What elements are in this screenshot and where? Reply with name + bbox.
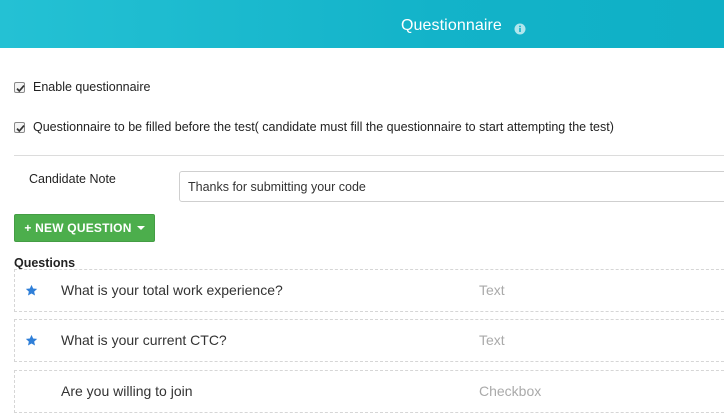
- star-icon[interactable]: [25, 334, 38, 347]
- fill-before-test-label: Questionnaire to be filled before the te…: [33, 120, 614, 134]
- question-text: Are you willing to join: [61, 383, 193, 399]
- star-icon[interactable]: [25, 284, 38, 297]
- new-question-button-label: + NEW QUESTION: [24, 221, 132, 235]
- question-type: Checkbox: [479, 383, 542, 399]
- candidate-note-input[interactable]: [179, 171, 724, 202]
- question-row[interactable]: What is your current CTC? Text: [14, 319, 724, 362]
- caret-down-icon: [136, 226, 145, 230]
- header-bar: Questionnaire: [0, 0, 724, 48]
- question-row[interactable]: What is your total work experience? Text: [14, 269, 724, 312]
- question-text: What is your total work experience?: [61, 282, 283, 298]
- new-question-button[interactable]: + NEW QUESTION: [14, 214, 155, 242]
- info-icon[interactable]: [514, 22, 526, 35]
- question-text: What is your current CTC?: [61, 332, 227, 348]
- question-row[interactable]: Are you willing to join Checkbox: [14, 370, 724, 413]
- enable-questionnaire-label: Enable questionnaire: [33, 80, 151, 94]
- page-title: Questionnaire: [401, 17, 502, 34]
- enable-questionnaire-checkbox[interactable]: [14, 81, 25, 93]
- question-type: Text: [479, 282, 505, 298]
- candidate-note-label: Candidate Note: [29, 172, 116, 186]
- fill-before-test-option[interactable]: Questionnaire to be filled before the te…: [14, 120, 614, 134]
- question-type: Text: [479, 332, 505, 348]
- fill-before-test-checkbox[interactable]: [14, 121, 25, 133]
- section-divider: [14, 155, 724, 156]
- enable-questionnaire-option[interactable]: Enable questionnaire: [14, 80, 150, 94]
- questions-heading: Questions: [14, 256, 76, 270]
